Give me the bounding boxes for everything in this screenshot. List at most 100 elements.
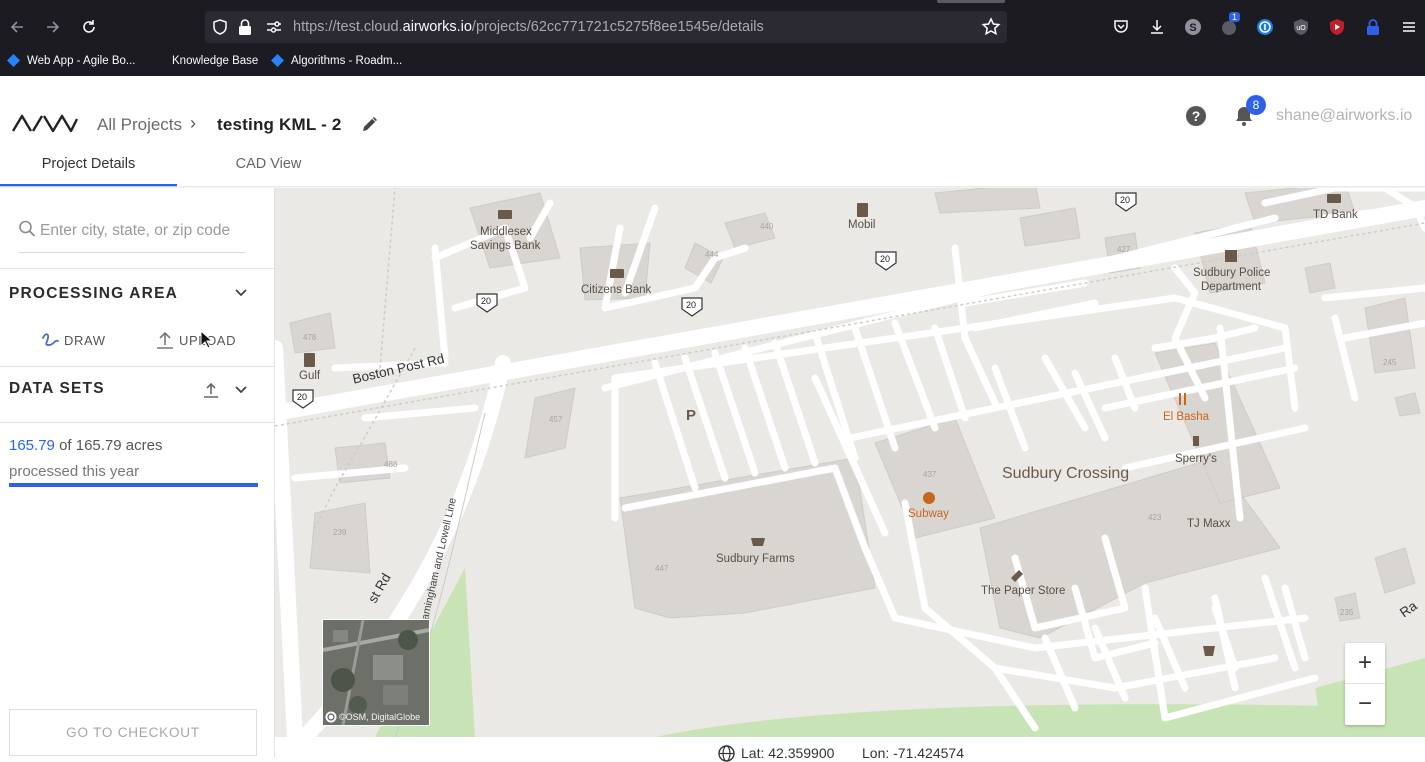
processing-area-title: PROCESSING AREA bbox=[9, 285, 179, 302]
acres-used: 165.79 bbox=[9, 437, 55, 454]
download-icon[interactable] bbox=[1145, 15, 1169, 39]
info-icon[interactable] bbox=[325, 711, 337, 723]
poi-label: El Basha bbox=[1163, 411, 1210, 423]
notification-count-badge: 8 bbox=[1246, 95, 1266, 115]
acres-usage: 165.79 of 165.79 acres bbox=[9, 437, 162, 454]
back-button[interactable] bbox=[3, 13, 31, 41]
lock-icon[interactable] bbox=[237, 18, 253, 36]
satellite-imagery bbox=[323, 620, 429, 725]
permissions-icon[interactable] bbox=[265, 19, 283, 35]
divider bbox=[0, 366, 274, 367]
poi-label: Savings Bank bbox=[470, 240, 541, 252]
divider bbox=[0, 268, 274, 269]
shield-icon[interactable] bbox=[211, 18, 229, 36]
bookmark-item[interactable]: Knowledge Base bbox=[151, 53, 258, 68]
video-extension-icon[interactable] bbox=[1325, 15, 1349, 39]
reload-icon bbox=[83, 20, 95, 33]
airworks-logo[interactable] bbox=[12, 113, 78, 133]
map-canvas[interactable]: Middlesex Savings Bank Citizens Bank Mob… bbox=[275, 188, 1425, 737]
longitude-readout: Lon: -71.424574 bbox=[862, 745, 964, 761]
extension-s-icon[interactable]: S bbox=[1181, 15, 1205, 39]
upload-button[interactable]: UPLOAD bbox=[155, 330, 236, 350]
password-manager-icon[interactable] bbox=[1253, 15, 1277, 39]
satellite-minimap[interactable]: ©OSM, DigitalGlobe bbox=[322, 619, 430, 726]
bookmark-label: Web App - Agile Bo... bbox=[27, 54, 136, 67]
bookmark-star-icon[interactable] bbox=[981, 17, 1001, 37]
address-number: 245 bbox=[1383, 358, 1397, 367]
data-sets-title: DATA SETS bbox=[9, 380, 105, 397]
tab-project-details[interactable]: Project Details bbox=[0, 153, 177, 187]
pocket-icon[interactable] bbox=[1109, 15, 1133, 39]
arrow-left-icon bbox=[10, 21, 23, 33]
edit-pencil-icon[interactable] bbox=[360, 114, 380, 134]
search-icon bbox=[19, 220, 36, 237]
bookmark-label: Knowledge Base bbox=[172, 54, 259, 67]
poi-label: Sudbury Police bbox=[1193, 267, 1271, 279]
sidebar: PROCESSING AREA DRAW UPLOAD DATA SETS 16… bbox=[0, 188, 275, 757]
latitude-readout: Lat: 42.359900 bbox=[741, 745, 835, 761]
location-search bbox=[18, 216, 246, 253]
route-number: 20 bbox=[686, 300, 697, 310]
route-number: 20 bbox=[880, 254, 891, 264]
coordinates-bar: Lat: 42.359900 Lon: -71.424574 bbox=[275, 737, 1425, 762]
svg-text:S: S bbox=[1189, 22, 1196, 34]
vpn-lock-icon[interactable] bbox=[1361, 15, 1385, 39]
extension-badge-icon[interactable]: 1 bbox=[1217, 12, 1241, 39]
url-path: /projects/62cc771721c5275f8ee1545e/detai… bbox=[471, 19, 764, 35]
forward-button[interactable] bbox=[39, 13, 67, 41]
url-text[interactable]: https://test.cloud.airworks.io/projects/… bbox=[293, 19, 764, 35]
route-number: 20 bbox=[297, 392, 308, 402]
url-bar[interactable]: https://test.cloud.airworks.io/projects/… bbox=[205, 11, 1007, 43]
poi-label: Department bbox=[1201, 281, 1262, 293]
poi-label: Sperry's bbox=[1175, 453, 1217, 465]
url-domain: airworks.io bbox=[402, 19, 472, 35]
area-label: Sudbury Crossing bbox=[1002, 465, 1130, 482]
zoom-out-button[interactable]: − bbox=[1345, 684, 1385, 724]
extension-badge: 1 bbox=[1229, 12, 1241, 22]
acres-total: of 165.79 acres bbox=[59, 437, 163, 454]
location-search-input[interactable] bbox=[40, 218, 245, 244]
parking-label: P bbox=[686, 407, 697, 424]
address-number: 427 bbox=[1117, 245, 1131, 254]
address-number: 239 bbox=[333, 528, 347, 537]
poi-label: Gulf bbox=[299, 370, 321, 382]
poi-label: TD Bank bbox=[1313, 209, 1358, 221]
draw-squiggle-icon bbox=[42, 333, 59, 346]
chevron-down-icon[interactable] bbox=[234, 287, 248, 299]
address-number: 437 bbox=[923, 470, 937, 479]
draw-button[interactable]: DRAW bbox=[40, 330, 106, 350]
help-icon[interactable]: ? bbox=[1185, 105, 1207, 127]
address-number: 488 bbox=[384, 460, 398, 469]
chevron-down-icon[interactable] bbox=[234, 384, 248, 396]
zoom-in-button[interactable]: + bbox=[1345, 643, 1385, 684]
user-email[interactable]: shane@airworks.io bbox=[1276, 107, 1412, 125]
buildings bbox=[289, 188, 1421, 639]
acres-caption: processed this year bbox=[9, 463, 140, 480]
address-number: 444 bbox=[705, 250, 719, 259]
arrow-right-icon bbox=[47, 21, 60, 33]
route-number: 20 bbox=[1120, 195, 1131, 205]
menu-icon[interactable] bbox=[1397, 15, 1421, 39]
breadcrumb-all-projects[interactable]: All Projects bbox=[97, 115, 182, 135]
map-attribution: ©OSM, DigitalGlobe bbox=[339, 712, 421, 722]
breadcrumb-chevron-icon: › bbox=[190, 113, 196, 133]
draw-label: DRAW bbox=[64, 332, 106, 348]
app-header: All Projects › testing KML - 2 ? 8 shane… bbox=[0, 76, 1425, 188]
zoom-controls: + − bbox=[1345, 643, 1385, 725]
upload-dataset-icon[interactable] bbox=[202, 381, 220, 399]
address-number: 478 bbox=[303, 333, 317, 342]
poi-label: Citizens Bank bbox=[581, 284, 652, 296]
go-to-checkout-button[interactable]: GO TO CHECKOUT bbox=[9, 709, 257, 756]
bookmark-item[interactable]: Web App - Agile Bo... bbox=[6, 53, 135, 68]
poi-label: TJ Maxx bbox=[1187, 518, 1231, 530]
bookmark-item[interactable]: Algorithms - Roadm... bbox=[270, 53, 402, 68]
jira-icon bbox=[271, 54, 284, 67]
ublock-icon[interactable]: uO bbox=[1289, 15, 1313, 39]
mouse-cursor-icon bbox=[200, 330, 214, 349]
url-prefix: https://test.cloud. bbox=[293, 19, 403, 35]
tab-cad-view[interactable]: CAD View bbox=[180, 153, 357, 187]
reload-button[interactable] bbox=[75, 13, 103, 41]
upload-icon bbox=[157, 331, 173, 349]
poi-label: The Paper Store bbox=[981, 585, 1066, 597]
address-number: 423 bbox=[1148, 513, 1162, 522]
